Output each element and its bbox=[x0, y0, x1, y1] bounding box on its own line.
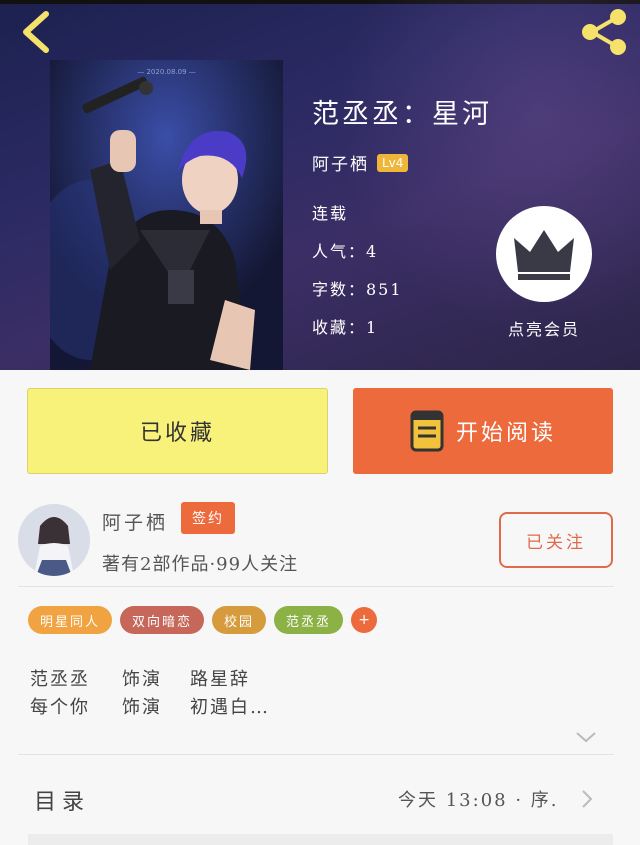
toc-latest-chapter: 今天 13:08 · 序. bbox=[398, 790, 559, 811]
cast-list: 范丞丞 饰演 路星辞 每个你 饰演 初遇白… bbox=[30, 666, 270, 722]
author-avatar[interactable] bbox=[18, 504, 90, 576]
book-word-count: 字数：851 bbox=[312, 280, 403, 299]
cast-line: 范丞丞 饰演 路星辞 bbox=[30, 666, 270, 694]
vip-label: 点亮会员 bbox=[507, 320, 580, 339]
cast-actor: 范丞丞 bbox=[30, 669, 90, 690]
status-strip bbox=[0, 0, 640, 4]
start-reading-button[interactable]: 开始阅读 bbox=[353, 388, 613, 474]
add-tag-button[interactable]: + bbox=[351, 607, 378, 633]
author-card: 阿子栖 签约 著有2部作品·99人关注 已关注 bbox=[0, 494, 640, 586]
cover-illustration bbox=[50, 60, 283, 370]
book-status: 连载 bbox=[312, 204, 349, 223]
crown-icon bbox=[496, 206, 592, 302]
book-title: 范丞丞：星河 bbox=[312, 99, 492, 130]
book-cover[interactable]: — 2020.08.09 — bbox=[50, 60, 283, 370]
cast-line: 每个你 饰演 初遇白… bbox=[30, 694, 270, 722]
collected-button[interactable]: 已收藏 bbox=[27, 388, 328, 474]
book-popularity: 人气：4 bbox=[312, 242, 379, 261]
expand-button[interactable] bbox=[574, 728, 598, 746]
tag-chip[interactable]: 校园 bbox=[212, 606, 267, 634]
follow-button[interactable]: 已关注 bbox=[499, 512, 613, 568]
vip-button[interactable]: 点亮会员 bbox=[492, 206, 596, 340]
share-button[interactable] bbox=[578, 8, 630, 56]
book-favorites: 收藏：1 bbox=[312, 318, 379, 337]
tag-list: 明星同人 双向暗恋 校园 范丞丞 + bbox=[28, 606, 378, 634]
chevron-left-icon bbox=[23, 11, 49, 53]
signed-badge: 签约 bbox=[181, 502, 235, 534]
collected-label: 已收藏 bbox=[139, 421, 215, 446]
chevron-right-icon bbox=[582, 790, 593, 808]
book-header: — 2020.08.09 — 范丞丞：星河 阿子栖 Lv4 连载 人气：4 字数… bbox=[0, 0, 640, 370]
cast-role-word: 饰演 bbox=[122, 669, 162, 690]
cast-role-word: 饰演 bbox=[122, 697, 162, 718]
cast-character: 初遇白… bbox=[190, 697, 270, 718]
cover-caption: — 2020.08.09 — bbox=[137, 68, 196, 76]
book-info: 范丞丞：星河 阿子栖 Lv4 连载 人气：4 字数：851 收藏：1 bbox=[312, 92, 492, 337]
table-of-contents-row[interactable]: 目录 今天 13:08 · 序. bbox=[0, 756, 640, 836]
author-line: 阿子栖 Lv4 bbox=[312, 150, 409, 175]
share-icon bbox=[582, 9, 626, 55]
cast-character: 路星辞 bbox=[190, 669, 250, 690]
chevron-down-icon bbox=[576, 732, 596, 743]
bottom-panel bbox=[28, 834, 613, 845]
divider bbox=[18, 754, 614, 755]
tag-chip[interactable]: 范丞丞 bbox=[274, 606, 344, 634]
toc-label: 目录 bbox=[34, 790, 91, 815]
author-level-badge: Lv4 bbox=[377, 153, 409, 172]
author-stats: 著有2部作品·99人关注 bbox=[102, 554, 299, 575]
book-icon bbox=[410, 410, 444, 452]
cast-actor: 每个你 bbox=[30, 697, 90, 718]
tag-chip[interactable]: 双向暗恋 bbox=[120, 606, 205, 634]
back-button[interactable] bbox=[14, 8, 58, 56]
tag-chip[interactable]: 明星同人 bbox=[28, 606, 113, 634]
author-name[interactable]: 阿子栖 bbox=[102, 508, 168, 535]
book-author[interactable]: 阿子栖 bbox=[312, 150, 369, 175]
divider bbox=[18, 586, 614, 587]
start-reading-label: 开始阅读 bbox=[455, 421, 556, 446]
